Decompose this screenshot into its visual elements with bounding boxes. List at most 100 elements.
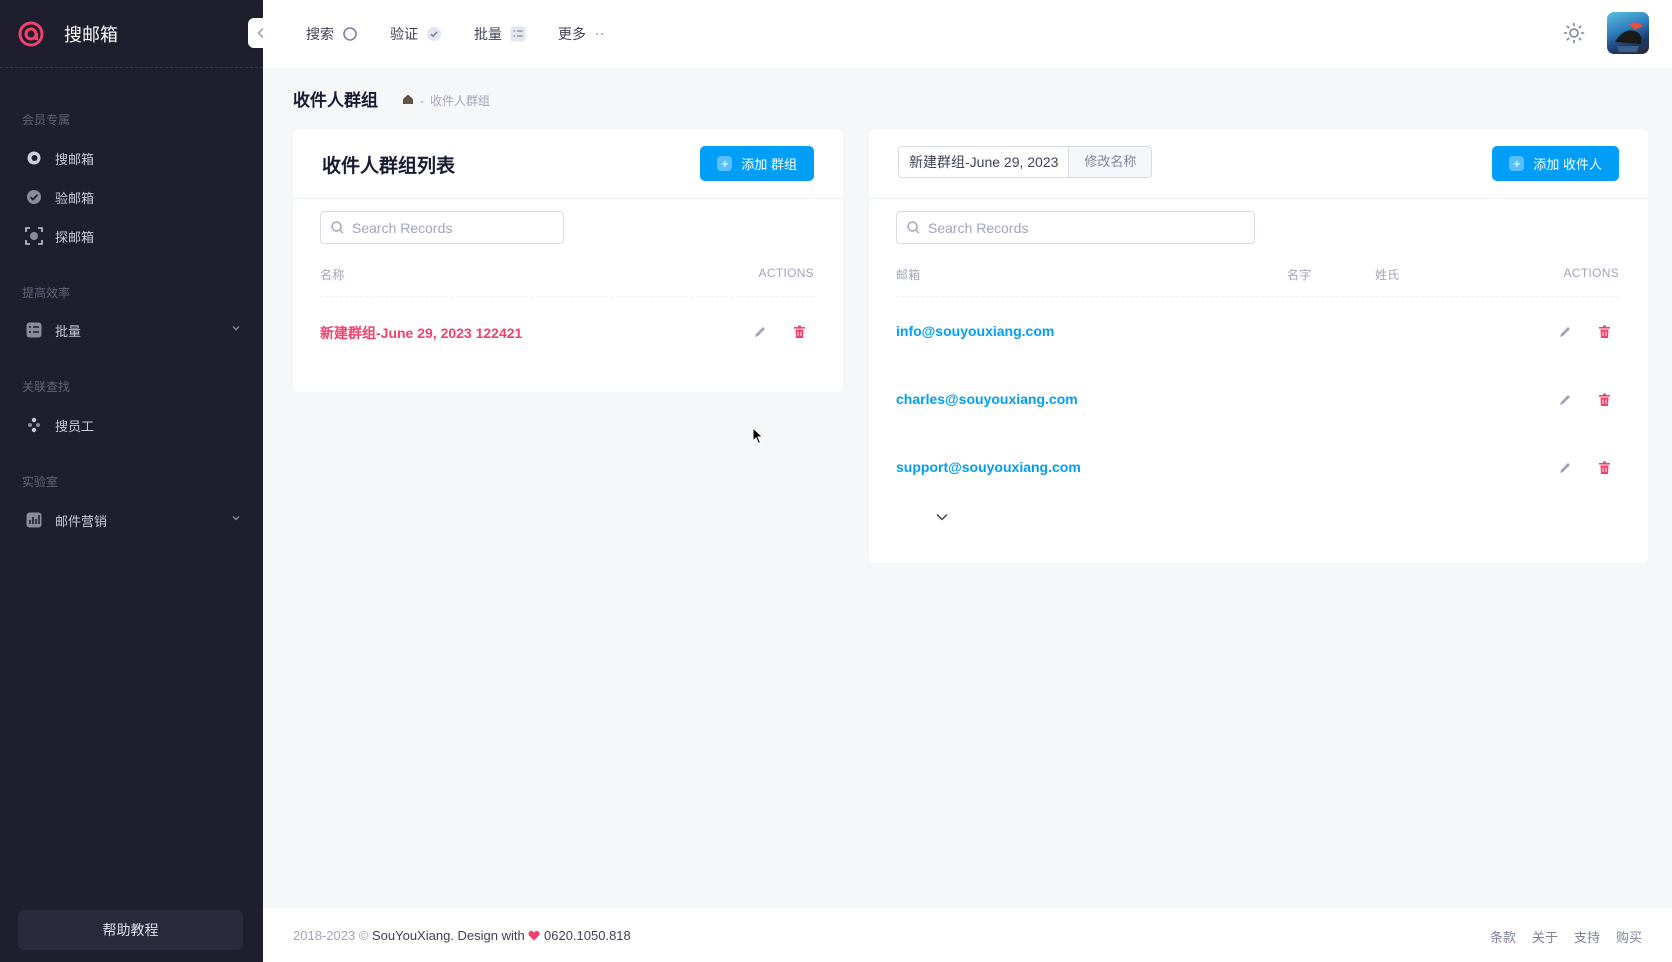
- theme-toggle-button[interactable]: [1563, 22, 1585, 49]
- user-avatar[interactable]: [1607, 12, 1649, 54]
- sidebar-item-search-staff[interactable]: 搜员工: [0, 405, 263, 445]
- header-divider: [320, 296, 814, 297]
- sidebar: 搜邮箱 会员专属 搜邮箱 验邮箱 探邮箱 提高效率 批量 关联查找 搜员工 实验…: [0, 0, 263, 962]
- dots-icon: [594, 31, 606, 37]
- sidebar-item-probe-mail[interactable]: 探邮箱: [0, 216, 263, 256]
- search-input[interactable]: [352, 219, 538, 236]
- sidebar-item-email-marketing[interactable]: 邮件营销: [0, 500, 263, 540]
- topnav-label: 更多: [558, 26, 586, 42]
- footer-phone: 0620.1050.818: [544, 927, 631, 943]
- expand-more-button[interactable]: [935, 509, 949, 527]
- breadcrumb-current: 收件人群组: [430, 94, 491, 108]
- footer-link-buy[interactable]: 购买: [1616, 927, 1642, 946]
- breadcrumb: - 收件人群组: [402, 92, 490, 109]
- recipient-email-link[interactable]: support@souyouxiang.com: [896, 459, 1081, 475]
- page-title: 收件人群组: [293, 91, 378, 110]
- column-header-last-name: 姓氏: [1375, 268, 1400, 282]
- avatar-image: [1615, 22, 1643, 52]
- trash-icon: [793, 325, 805, 338]
- topnav-item-batch[interactable]: 批量: [474, 24, 526, 44]
- recipient-email-link[interactable]: charles@souyouxiang.com: [896, 391, 1078, 407]
- topnav-item-verify[interactable]: 验证: [390, 24, 442, 44]
- sidebar-item-label: 邮件营销: [55, 513, 108, 529]
- search-input[interactable]: [928, 219, 1206, 236]
- plus-icon: +: [717, 156, 733, 171]
- sun-icon: [1563, 22, 1585, 44]
- edit-button[interactable]: [751, 323, 769, 341]
- sidebar-item-label: 搜员工: [55, 418, 95, 434]
- plus-icon: +: [1509, 156, 1525, 171]
- topnav-item-more[interactable]: 更多: [558, 24, 606, 44]
- sidebar-item-batch[interactable]: 批量: [0, 310, 263, 350]
- chevron-down-icon: [232, 326, 240, 331]
- group-members-card: 新建群组-June 29, 2023 修改名称 + 添加 收件人 邮箱 名字 姓…: [869, 129, 1648, 563]
- footer-link-support[interactable]: 支持: [1574, 927, 1600, 946]
- footer-brand-link[interactable]: SouYouXiang.: [372, 928, 454, 943]
- trash-icon: [1598, 393, 1610, 406]
- topnav-item-search[interactable]: 搜索: [306, 24, 358, 44]
- search-mail-icon: [25, 149, 43, 167]
- footer-link-about[interactable]: 关于: [1532, 927, 1558, 946]
- trash-icon: [1598, 461, 1610, 474]
- search-icon: [331, 221, 344, 234]
- pencil-icon: [755, 327, 765, 337]
- edit-button[interactable]: [1556, 459, 1574, 477]
- group-name-link[interactable]: 新建群组-June 29, 2023 122421: [320, 323, 522, 343]
- home-icon[interactable]: [402, 93, 414, 108]
- edit-button[interactable]: [1556, 391, 1574, 409]
- header-divider: [896, 296, 1619, 297]
- footer-links: 条款 关于 支持 购买: [1490, 927, 1642, 946]
- list-icon: [510, 26, 526, 42]
- group-list-card: 收件人群组列表 + 添加 群组 名称 ACTIONS 新建群组-June 29,…: [293, 129, 843, 392]
- edit-button[interactable]: [1556, 323, 1574, 341]
- topbar: 搜索 验证 批量 更多: [263, 0, 1672, 68]
- group-name-field[interactable]: 新建群组-June 29, 2023: [899, 147, 1070, 177]
- people-icon: [25, 416, 43, 434]
- sidebar-item-label: 搜邮箱: [55, 151, 95, 167]
- delete-button[interactable]: [790, 323, 808, 341]
- breadcrumb-separator: -: [420, 93, 424, 108]
- help-tutorial-button[interactable]: 帮助教程: [18, 910, 243, 950]
- pencil-icon: [1560, 395, 1570, 405]
- add-group-button[interactable]: + 添加 群组: [700, 146, 814, 181]
- circle-search-icon: [342, 26, 358, 42]
- group-search-box[interactable]: [320, 211, 564, 244]
- add-recipient-button[interactable]: + 添加 收件人: [1492, 146, 1619, 181]
- rename-button[interactable]: 修改名称: [1069, 147, 1152, 177]
- topnav-label: 搜索: [306, 26, 334, 42]
- column-header-first-name: 名字: [1287, 268, 1312, 282]
- recipient-search-box[interactable]: [896, 211, 1255, 244]
- button-label: 添加 收件人: [1533, 157, 1602, 172]
- column-header-email: 邮箱: [896, 268, 921, 282]
- pencil-icon: [1560, 327, 1570, 337]
- delete-button[interactable]: [1595, 323, 1613, 341]
- footer-link-terms[interactable]: 条款: [1490, 927, 1516, 946]
- copyright-years: 2018-2023 ©: [293, 927, 369, 943]
- delete-button[interactable]: [1595, 391, 1613, 409]
- trash-icon: [1598, 325, 1610, 338]
- column-header-actions: ACTIONS: [758, 266, 814, 280]
- brand-logo-icon: [18, 21, 44, 46]
- column-header-name: 名称: [320, 268, 345, 282]
- card-title: 收件人群组列表: [322, 156, 456, 177]
- top-navigation: 搜索 验证 批量 更多: [306, 24, 638, 44]
- group-name-editor: 新建群组-June 29, 2023 修改名称: [898, 146, 1153, 178]
- card-header: 收件人群组列表 + 添加 群组: [293, 129, 843, 199]
- card-header: 新建群组-June 29, 2023 修改名称 + 添加 收件人: [869, 129, 1648, 199]
- chart-icon: [25, 511, 43, 529]
- check-circle-icon: [25, 188, 43, 206]
- brand-name: 搜邮箱: [64, 24, 118, 45]
- recipient-email-link[interactable]: info@souyouxiang.com: [896, 323, 1054, 339]
- chevron-down-icon: [936, 513, 948, 521]
- delete-button[interactable]: [1595, 459, 1613, 477]
- topnav-label: 验证: [390, 26, 418, 42]
- search-icon: [907, 221, 920, 234]
- sidebar-item-verify-mail[interactable]: 验邮箱: [0, 177, 263, 217]
- sidebar-item-label: 批量: [55, 323, 82, 339]
- footer-copyright: 2018-2023 © SouYouXiang. Design with 062…: [293, 928, 631, 943]
- topnav-label: 批量: [474, 26, 502, 42]
- sidebar-item-label: 验邮箱: [55, 190, 95, 206]
- pencil-icon: [1560, 463, 1570, 473]
- brand[interactable]: 搜邮箱: [0, 0, 263, 68]
- sidebar-item-search-mail[interactable]: 搜邮箱: [0, 138, 263, 178]
